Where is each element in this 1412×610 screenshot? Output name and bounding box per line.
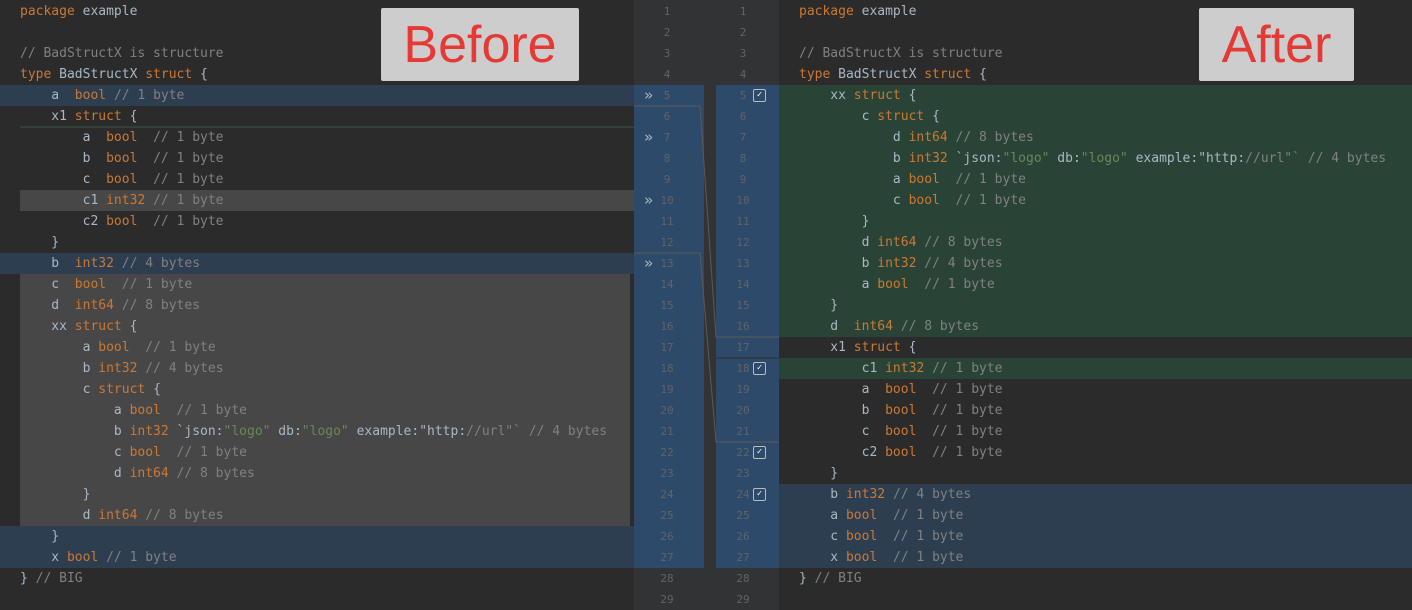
diff-connector-lines [20, 105, 779, 443]
